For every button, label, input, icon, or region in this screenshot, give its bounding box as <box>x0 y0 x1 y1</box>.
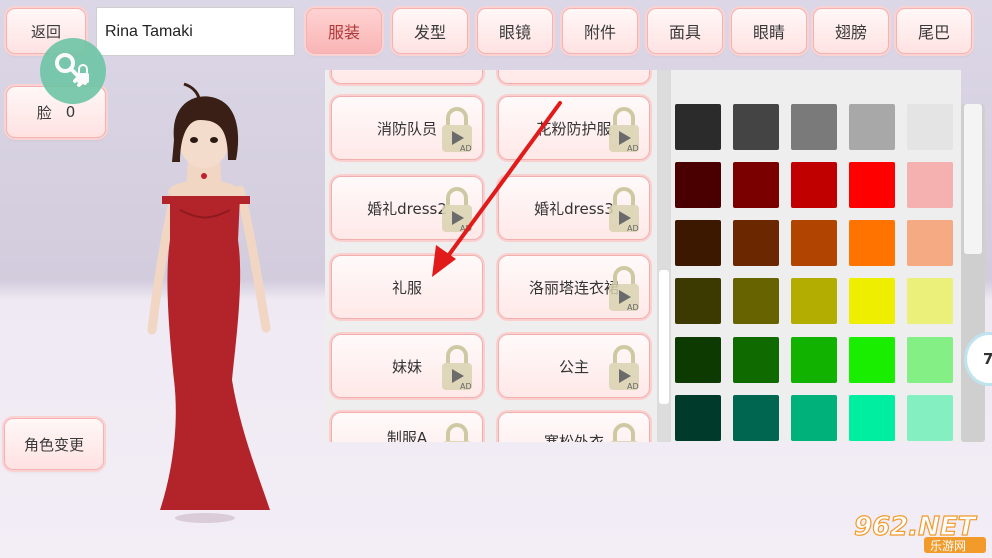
color-swatch[interactable] <box>675 395 721 441</box>
color-swatch[interactable] <box>675 162 721 208</box>
color-swatch[interactable] <box>907 278 953 324</box>
color-swatch[interactable] <box>675 220 721 266</box>
color-swatch[interactable] <box>791 395 837 441</box>
tab-wings[interactable]: 翅膀 <box>813 8 889 54</box>
outfit-item[interactable]: 寒松外衣 <box>498 412 650 442</box>
character-model[interactable] <box>140 80 280 525</box>
color-swatch[interactable] <box>675 337 721 383</box>
outfit-list-scroll-thumb[interactable] <box>659 270 669 404</box>
outfit-item[interactable]: 制服A <box>331 412 483 442</box>
outfit-item-partial[interactable] <box>331 70 483 84</box>
tab-eyes[interactable]: 眼睛 <box>731 8 807 54</box>
outfit-item-label: 制服A <box>386 429 428 442</box>
ad-text: AD <box>627 224 639 233</box>
tab-label: 尾巴 <box>917 23 950 42</box>
ad-text: AD <box>460 382 472 391</box>
color-swatch[interactable] <box>849 337 895 383</box>
color-swatch[interactable] <box>733 278 779 324</box>
site-watermark-logo: 962.NET 乐游网 <box>853 511 986 553</box>
face-value: 0 <box>65 103 76 121</box>
outfit-item-label: 寒松外衣 <box>543 433 604 442</box>
ad-text: AD <box>627 303 639 312</box>
color-swatch[interactable] <box>907 220 953 266</box>
color-swatch[interactable] <box>733 220 779 266</box>
character-name-input[interactable]: Rina Tamaki <box>96 7 295 56</box>
tab-label: 眼镜 <box>498 23 531 42</box>
ad-text: AD <box>627 144 639 153</box>
color-palette-scroll-thumb[interactable] <box>964 104 982 254</box>
ad-lock-icon: AD <box>609 187 639 233</box>
zoom-value: 7 <box>983 350 992 368</box>
tab-glasses[interactable]: 眼镜 <box>477 8 553 54</box>
color-swatch[interactable] <box>791 162 837 208</box>
color-swatch[interactable] <box>733 337 779 383</box>
color-swatch[interactable] <box>791 104 837 150</box>
tab-label: 附件 <box>583 23 616 42</box>
tab-label: 面具 <box>668 23 701 42</box>
tab-label: 发型 <box>413 23 446 42</box>
watermark-subtitle: 乐游网 <box>930 539 966 553</box>
tab-label: 眼睛 <box>752 23 785 42</box>
outfit-item[interactable]: 公主 AD <box>498 334 650 398</box>
color-swatch[interactable] <box>849 162 895 208</box>
back-button-label: 返回 <box>30 22 61 41</box>
ad-lock-icon <box>610 423 638 442</box>
color-swatch[interactable] <box>849 278 895 324</box>
outfit-item-label: 妹妹 <box>391 357 422 376</box>
ad-lock-icon: AD <box>609 107 639 153</box>
pointer-arrow-icon <box>432 101 562 277</box>
ad-lock-icon <box>443 423 471 442</box>
tab-label: 服装 <box>327 23 360 42</box>
key-lock-icon[interactable] <box>40 38 106 104</box>
ad-lock-icon: AD <box>442 345 472 391</box>
outfit-list-scrollbar[interactable] <box>657 70 671 442</box>
tab-mask[interactable]: 面具 <box>647 8 723 54</box>
color-palette-scrollbar[interactable] <box>961 104 985 442</box>
color-swatch[interactable] <box>791 278 837 324</box>
color-swatch[interactable] <box>849 104 895 150</box>
color-swatch[interactable] <box>733 162 779 208</box>
color-swatch[interactable] <box>791 337 837 383</box>
color-swatch[interactable] <box>733 395 779 441</box>
color-swatch[interactable] <box>675 104 721 150</box>
tab-accessories[interactable]: 附件 <box>562 8 638 54</box>
change-character-button[interactable]: 角色变更 <box>4 418 104 470</box>
color-swatch[interactable] <box>907 104 953 150</box>
color-swatch[interactable] <box>791 220 837 266</box>
color-swatch[interactable] <box>907 395 953 441</box>
change-character-label: 角色变更 <box>23 435 84 454</box>
ad-text: AD <box>627 382 639 391</box>
outfit-item-partial[interactable] <box>498 70 650 84</box>
outfit-item[interactable]: 妹妹 AD <box>331 334 483 398</box>
color-swatch[interactable] <box>849 395 895 441</box>
tab-clothing[interactable]: 服装 <box>306 8 382 54</box>
color-swatch[interactable] <box>849 220 895 266</box>
tab-tail[interactable]: 尾巴 <box>896 8 972 54</box>
tab-label: 翅膀 <box>834 23 867 42</box>
ad-lock-icon: AD <box>609 266 639 312</box>
color-swatch[interactable] <box>907 337 953 383</box>
color-swatch[interactable] <box>907 162 953 208</box>
color-swatch[interactable] <box>733 104 779 150</box>
ad-lock-icon: AD <box>609 345 639 391</box>
color-swatch[interactable] <box>675 278 721 324</box>
color-palette[interactable] <box>671 70 961 442</box>
key-icon <box>55 53 89 87</box>
outfit-item-label: 礼服 <box>391 278 422 297</box>
outfit-item-label: 公主 <box>558 357 589 376</box>
tab-hairstyle[interactable]: 发型 <box>392 8 468 54</box>
face-label: 脸 <box>36 103 52 122</box>
